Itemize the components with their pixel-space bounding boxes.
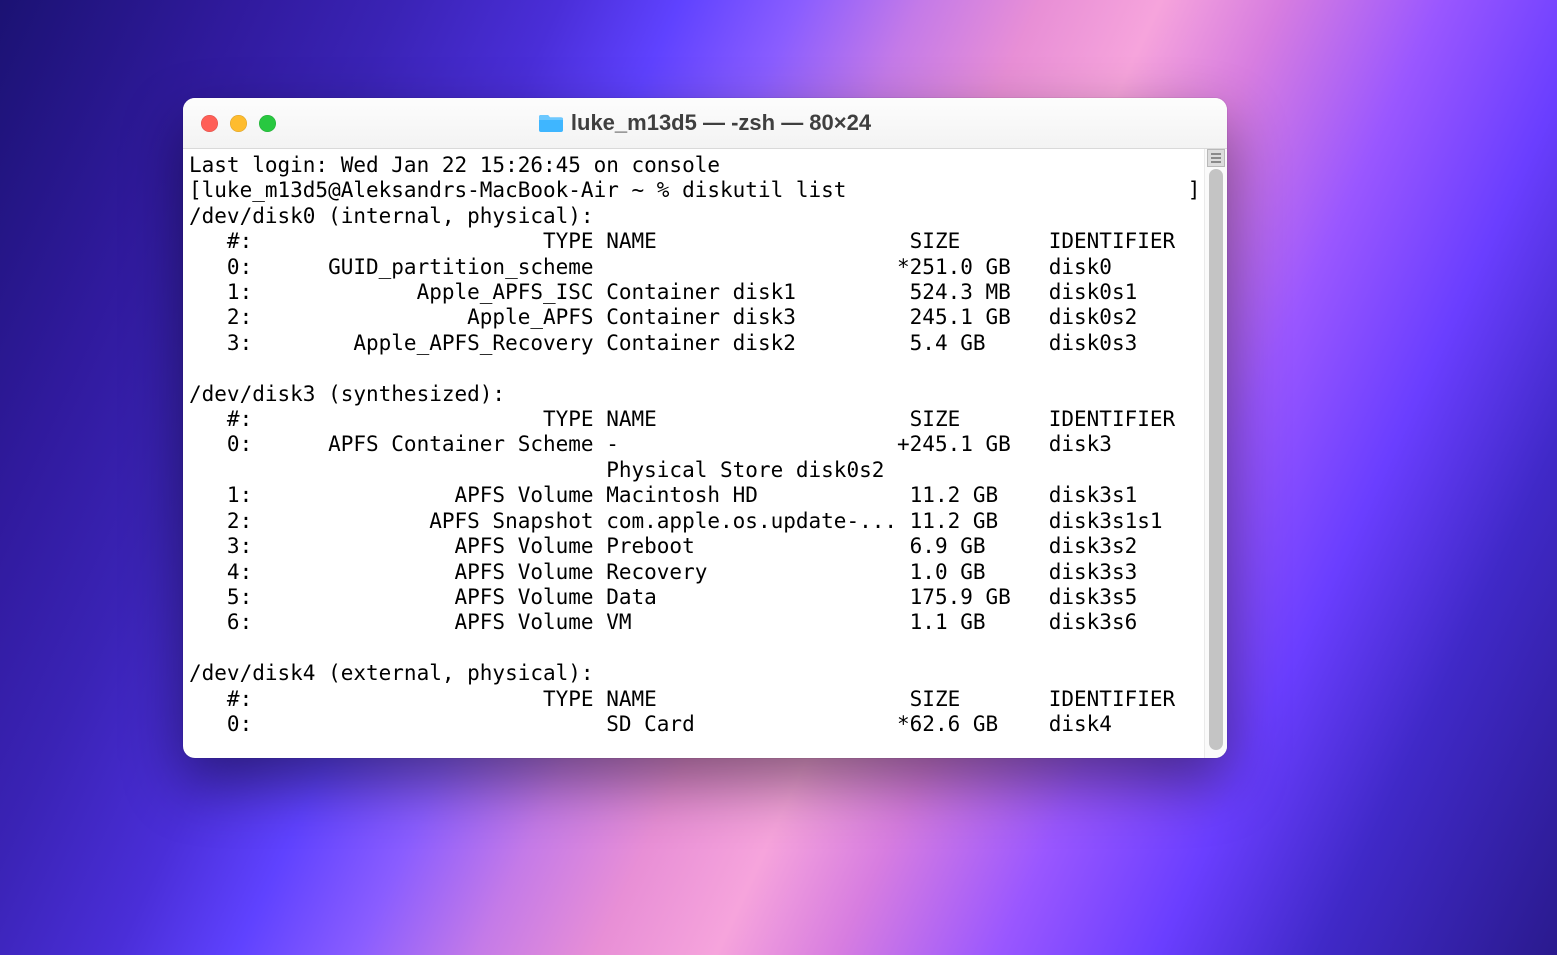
- window-title: luke_m13d5 — -zsh — 80×24: [183, 110, 1227, 136]
- scroll-thumb[interactable]: [1209, 169, 1223, 750]
- zoom-button[interactable]: [259, 115, 276, 132]
- traffic-lights: [201, 115, 276, 132]
- terminal-body: Last login: Wed Jan 22 15:26:45 on conso…: [183, 149, 1227, 758]
- minimize-button[interactable]: [230, 115, 247, 132]
- folder-icon: [539, 113, 563, 133]
- desktop-wallpaper: luke_m13d5 — -zsh — 80×24 Last login: We…: [0, 0, 1557, 955]
- close-button[interactable]: [201, 115, 218, 132]
- scrollbar[interactable]: [1204, 149, 1227, 758]
- scroll-settings-icon[interactable]: [1207, 149, 1225, 167]
- window-titlebar[interactable]: luke_m13d5 — -zsh — 80×24: [183, 98, 1227, 149]
- terminal-window: luke_m13d5 — -zsh — 80×24 Last login: We…: [183, 98, 1227, 758]
- terminal-output[interactable]: Last login: Wed Jan 22 15:26:45 on conso…: [183, 149, 1204, 758]
- window-title-text: luke_m13d5 — -zsh — 80×24: [571, 110, 871, 136]
